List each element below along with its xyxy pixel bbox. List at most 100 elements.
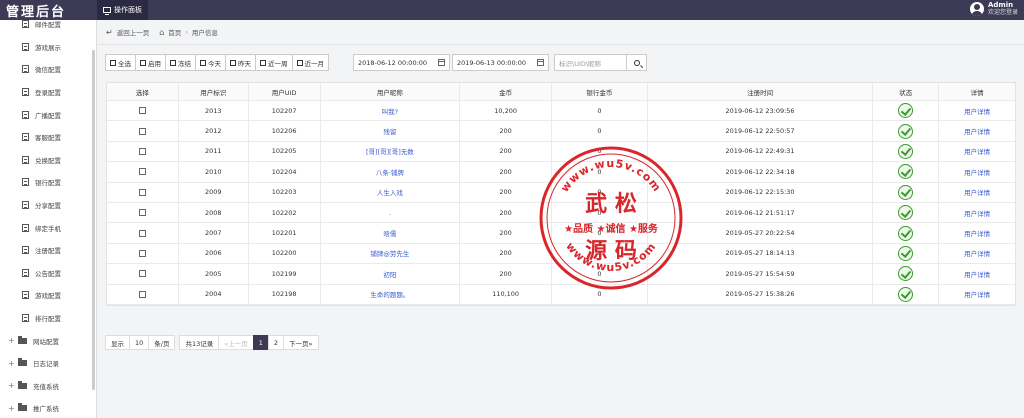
expand-icon[interactable]: + — [8, 381, 15, 390]
toolbar-button[interactable]: 全选 — [105, 54, 136, 71]
cell-time: 2019-06-12 22:34:18 — [725, 167, 795, 176]
breadcrumb-home[interactable]: 首页 — [168, 27, 181, 37]
sidebar-item[interactable]: + 日志记录 — [0, 352, 96, 375]
toolbar-button[interactable]: 冻结 — [165, 54, 196, 71]
row-checkbox[interactable] — [138, 209, 146, 217]
home-icon: ⌂ — [159, 27, 165, 37]
user-detail-link[interactable]: 用户详情 — [964, 187, 990, 197]
row-checkbox[interactable] — [138, 249, 146, 257]
row-checkbox[interactable] — [138, 147, 146, 155]
end-date-input[interactable]: 2019-06-13 00:00:00 — [452, 54, 549, 71]
sidebar-item[interactable]: 游戏配置 — [0, 284, 96, 307]
sidebar-item[interactable]: 登录配置 — [0, 81, 96, 104]
next-page-button[interactable]: 下一页» — [283, 335, 319, 350]
sidebar-item[interactable]: 兑换配置 — [0, 149, 96, 172]
sidebar-item[interactable]: + 推广系统 — [0, 397, 96, 418]
table-cell: 200 — [460, 182, 553, 202]
user-detail-link[interactable]: 用户详情 — [964, 146, 990, 156]
toolbar: 全选 启用 冻结 今天 昨天 近一周 近一月 — [105, 54, 329, 71]
table-cell: 2009 — [179, 182, 249, 202]
toolbar-button-label: 今天 — [208, 59, 221, 68]
row-checkbox[interactable] — [138, 168, 146, 176]
cell-id: 2013 — [204, 106, 222, 115]
sidebar-item[interactable]: 广播配置 — [0, 103, 96, 126]
sidebar-item[interactable]: 绑定手机 — [0, 216, 96, 239]
select-cell — [107, 284, 179, 304]
sidebar-item-label: 邮件配置 — [35, 21, 61, 30]
tab-dashboard[interactable]: 操作面板 — [97, 0, 148, 20]
search-button[interactable] — [626, 54, 647, 71]
toolbar-button[interactable]: 近一月 — [291, 54, 329, 71]
expand-icon[interactable]: + — [8, 336, 15, 345]
row-checkbox[interactable] — [138, 107, 146, 115]
toolbar-button[interactable]: 今天 — [195, 54, 226, 71]
main-content: ↵ 返回上一页 ⌂ 首页 › 用户信息 全选 启用 冻结 今天 昨天 近一周 近一月 201… — [98, 20, 1024, 418]
sidebar-item[interactable]: 银行配置 — [0, 171, 96, 194]
prev-page-button[interactable]: «上一页 — [218, 335, 254, 350]
sidebar-item[interactable]: 注册配置 — [0, 239, 96, 262]
sidebar-item[interactable]: 微信配置 — [0, 58, 96, 81]
column-header: 用户标识 — [179, 83, 249, 100]
sidebar-item-label: 分享配置 — [35, 202, 61, 211]
page-1-button[interactable]: 1 — [252, 335, 269, 350]
sidebar-item[interactable]: 公告配置 — [0, 262, 96, 285]
sidebar-item[interactable]: + 充值系统 — [0, 375, 96, 398]
cell-bank: 0 — [597, 269, 602, 278]
row-checkbox[interactable] — [138, 127, 146, 135]
status-cell — [873, 162, 940, 182]
row-checkbox[interactable] — [138, 270, 146, 278]
toolbar-button[interactable]: 昨天 — [225, 54, 256, 71]
expand-icon[interactable]: + — [8, 404, 15, 413]
cell-time: 2019-05-27 15:54:59 — [725, 269, 795, 278]
table-cell: 10,200 — [460, 101, 553, 121]
expand-icon[interactable]: + — [8, 359, 15, 368]
back-icon[interactable]: ↵ — [106, 28, 113, 37]
cell-coin: 110,100 — [492, 290, 520, 299]
user-detail-link[interactable]: 用户详情 — [964, 269, 990, 279]
toolbar-button[interactable]: 启用 — [135, 54, 166, 71]
table-cell: 200 — [460, 141, 553, 162]
status-cell — [873, 182, 940, 202]
status-ok-icon — [898, 266, 914, 282]
row-checkbox[interactable] — [138, 229, 146, 237]
cell-bank: 0 — [597, 249, 602, 258]
sidebar-item[interactable]: 分享配置 — [0, 194, 96, 217]
divider — [98, 44, 1024, 45]
back-link[interactable]: 返回上一页 — [117, 27, 150, 37]
start-date-input[interactable]: 2018-06-12 00:00:00 — [353, 54, 450, 71]
total-records: 共13记录 — [179, 335, 220, 350]
sidebar-item[interactable]: 客服配置 — [0, 126, 96, 149]
user-detail-link[interactable]: 用户详情 — [964, 106, 990, 116]
user-detail-link[interactable]: 用户详情 — [964, 208, 990, 218]
table-cell: 2019-06-12 22:49:31 — [648, 141, 874, 162]
sidebar-item[interactable]: 排行配置 — [0, 307, 96, 330]
sidebar-scrollbar[interactable] — [92, 50, 95, 390]
row-checkbox[interactable] — [138, 290, 146, 298]
per-page-select[interactable]: 10 — [129, 335, 150, 350]
table-cell: [哥][哥][哥]无数 — [321, 141, 461, 162]
cell-time: 2019-05-27 15:38:26 — [725, 290, 795, 299]
table-cell: 0 — [552, 162, 648, 182]
table-cell: 初阳 — [321, 264, 461, 284]
sidebar-item[interactable]: 游戏展示 — [0, 36, 96, 59]
cell-bank: 0 — [597, 290, 602, 299]
cell-id: 2004 — [204, 290, 222, 299]
cell-time: 2019-05-27 20:22:54 — [725, 229, 795, 238]
status-ok-icon — [898, 245, 914, 261]
checkbox-icon — [296, 59, 303, 66]
sidebar-item[interactable]: + 网站配置 — [0, 329, 96, 352]
checkbox-icon — [110, 59, 116, 66]
folder-icon — [18, 358, 27, 367]
sidebar-item[interactable]: 邮件配置 — [0, 20, 96, 36]
row-checkbox[interactable] — [138, 188, 146, 196]
user-detail-link[interactable]: 用户详情 — [964, 167, 990, 177]
toolbar-button[interactable]: 近一周 — [255, 54, 293, 71]
page-2-button[interactable]: 2 — [267, 335, 285, 350]
user-detail-link[interactable]: 用户详情 — [964, 228, 990, 238]
user-detail-link[interactable]: 用户详情 — [964, 248, 990, 258]
search-input[interactable]: 标识\UID\昵称 — [554, 54, 627, 71]
user-menu[interactable]: Admin 欢迎您登录 — [969, 1, 1018, 17]
user-detail-link[interactable]: 用户详情 — [964, 289, 990, 299]
user-detail-link[interactable]: 用户详情 — [964, 126, 990, 136]
status-cell — [873, 243, 940, 264]
